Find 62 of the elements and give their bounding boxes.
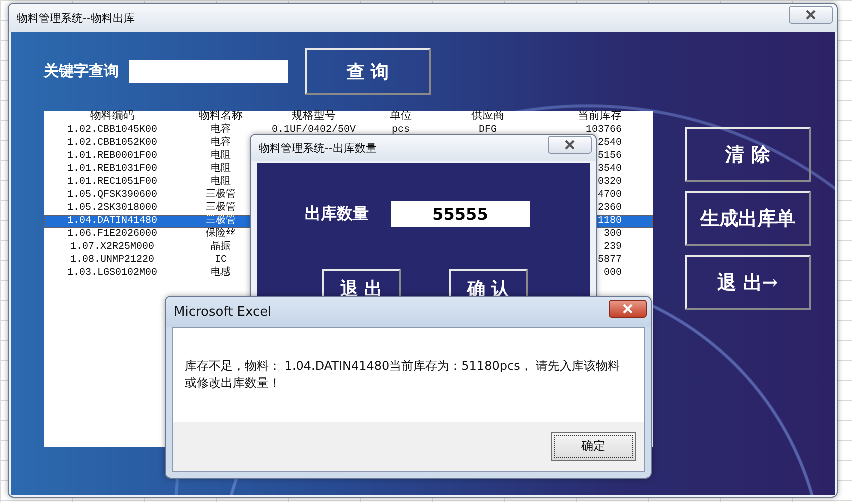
table-cell-text: DFG — [478, 124, 498, 137]
table-cell-text: 1.01.REC1051F00 — [66, 176, 158, 189]
table-cell-text: 电阻 — [210, 150, 232, 162]
close-icon — [805, 9, 817, 21]
table-cell: 000 — [604, 267, 622, 280]
table-cell-text: 1.05.2SK3018000 — [66, 202, 158, 215]
table-cell-text: 1.03.LGS0102M00 — [66, 267, 158, 280]
search-field[interactable] — [129, 60, 288, 83]
table-cell: 5156 — [598, 150, 622, 163]
close-icon — [564, 139, 576, 151]
column-header: 物料编码 — [90, 111, 136, 124]
close-button[interactable] — [789, 6, 833, 24]
action-button[interactable]: 生成出库单 — [685, 191, 811, 246]
table-cell: 103766 — [586, 124, 622, 137]
column-header: 单位 — [389, 111, 413, 124]
table-cell-text: 1.06.F1E2026000 — [66, 228, 158, 241]
table-cell-text: 三极管 — [205, 189, 237, 202]
column-header: 当前库存 — [578, 111, 622, 124]
table-cell-text: 1.02.CBB1052K00 — [66, 137, 158, 150]
table-cell-text: 电阻 — [210, 163, 232, 176]
message-text: 库存不足，物料： 1.04.DATIN41480当前库存为：51180pcs， 请先入库该物料或修改出库数量！ — [185, 358, 622, 392]
action-button[interactable]: 清 除 — [685, 127, 811, 182]
table-cell-text: 1.07.X2R25M000 — [69, 241, 156, 254]
table-cell: 0320 — [598, 176, 622, 189]
table-cell-text: 电感 — [210, 267, 232, 280]
column-header: 规格型号 — [291, 111, 337, 124]
query-button[interactable]: 查 询 — [305, 48, 431, 95]
quantity-field[interactable]: 55555 — [391, 201, 530, 227]
table-cell: 3540 — [598, 163, 622, 176]
table-cell: 4700 — [598, 189, 622, 202]
dialog-title: Microsoft Excel — [174, 304, 272, 320]
table-cell-text: 1.01.REB1031F00 — [66, 163, 158, 176]
action-button[interactable]: 退 出→ — [685, 255, 811, 310]
table-cell-text: IC — [214, 254, 228, 266]
ok-button[interactable]: 确定 — [551, 432, 636, 461]
column-header: 物料名称 — [198, 111, 244, 124]
table-cell-text: 保险丝 — [205, 228, 237, 241]
close-button[interactable] — [609, 300, 647, 318]
table-cell: 5877 — [598, 254, 622, 267]
close-button[interactable] — [548, 136, 592, 154]
table-cell: 1180 — [598, 215, 622, 228]
table-cell-text: 1.08.UNMP21220 — [69, 254, 156, 267]
table-cell-text: pcs — [390, 124, 411, 137]
table-cell-text: 晶振 — [210, 241, 232, 254]
table-cell: 239 — [604, 241, 622, 254]
table-cell-text: 1.04.DATIN41480 — [66, 215, 158, 228]
table-cell-text: 0.1UF/0402/50V — [270, 124, 357, 137]
table-cell-text: 电阻 — [210, 176, 232, 188]
table-cell-text: 1.05.QFSK390600 — [66, 189, 158, 202]
table-cell-text: 1.02.CBB1045K00 — [66, 124, 158, 137]
table-cell-text: 1.01.REB0001F00 — [66, 150, 158, 163]
list-row[interactable]: 1.02.CBB1045K00 电容 0.1UF/0402/50V pcs DFG 103766 — [44, 124, 653, 137]
dialog-title: 物料管理系统--出库数量 — [259, 140, 377, 156]
table-cell-text: 三极管 — [205, 202, 237, 215]
table-cell-text: 电容 — [210, 137, 232, 150]
table-cell-text: 电容 — [210, 124, 232, 136]
search-label: 关键字查询 — [44, 62, 119, 81]
column-header: 供应商 — [470, 111, 506, 124]
quantity-label: 出库数量 — [305, 204, 369, 224]
window-title: 物料管理系统--物料出库 — [17, 10, 135, 26]
close-icon — [622, 303, 634, 315]
table-cell: 300 — [604, 228, 622, 241]
